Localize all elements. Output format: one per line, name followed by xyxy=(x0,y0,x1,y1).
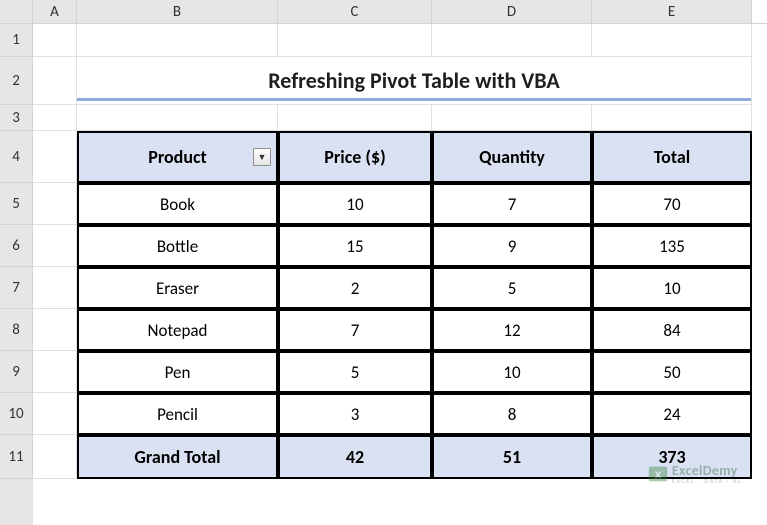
cell-a2[interactable] xyxy=(33,57,77,105)
cell-a6[interactable] xyxy=(33,225,77,267)
cells-area: Refreshing Pivot Table with VBA Product … xyxy=(33,24,767,525)
pivot-header-product[interactable]: Product ▼ xyxy=(77,131,278,183)
cell-c3[interactable] xyxy=(278,105,432,131)
grand-total-total[interactable]: 373 xyxy=(592,435,752,479)
row-headers: 1 2 3 4 5 6 7 8 9 10 11 xyxy=(0,24,33,525)
table-row[interactable]: Pencil xyxy=(77,393,278,435)
grand-total-label[interactable]: Grand Total xyxy=(77,435,278,479)
cell-e3[interactable] xyxy=(592,105,752,131)
row-header-1[interactable]: 1 xyxy=(0,24,33,57)
cell-a1[interactable] xyxy=(33,24,77,57)
cell-c1[interactable] xyxy=(278,24,432,57)
page-title[interactable]: Refreshing Pivot Table with VBA xyxy=(77,57,752,105)
cell-a4[interactable] xyxy=(33,131,77,183)
cell-a9[interactable] xyxy=(33,351,77,393)
row-header-4[interactable]: 4 xyxy=(0,131,33,183)
table-row[interactable]: 7 xyxy=(432,183,592,225)
col-header-b[interactable]: B xyxy=(77,0,278,23)
table-row[interactable]: Book xyxy=(77,183,278,225)
row-header-7[interactable]: 7 xyxy=(0,267,33,309)
cell-e1[interactable] xyxy=(592,24,752,57)
col-header-d[interactable]: D xyxy=(432,0,592,23)
table-row[interactable]: 10 xyxy=(278,183,432,225)
table-row[interactable]: 3 xyxy=(278,393,432,435)
table-row[interactable]: 12 xyxy=(432,309,592,351)
table-row[interactable]: 10 xyxy=(592,267,752,309)
column-headers: A B C D E xyxy=(0,0,767,24)
table-row[interactable]: 10 xyxy=(432,351,592,393)
cell-a8[interactable] xyxy=(33,309,77,351)
table-row[interactable]: 8 xyxy=(432,393,592,435)
cell-d3[interactable] xyxy=(432,105,592,131)
row-header-11[interactable]: 11 xyxy=(0,435,33,479)
header-product-label: Product xyxy=(148,146,207,168)
grand-total-price[interactable]: 42 xyxy=(278,435,432,479)
table-row[interactable]: 9 xyxy=(432,225,592,267)
cell-a11[interactable] xyxy=(33,435,77,479)
table-row[interactable]: Notepad xyxy=(77,309,278,351)
cell-a3[interactable] xyxy=(33,105,77,131)
row-header-9[interactable]: 9 xyxy=(0,351,33,393)
col-header-c[interactable]: C xyxy=(278,0,432,23)
pivot-header-price[interactable]: Price ($) xyxy=(278,131,432,183)
pivot-header-quantity[interactable]: Quantity xyxy=(432,131,592,183)
table-row[interactable]: 24 xyxy=(592,393,752,435)
table-row[interactable]: Pen xyxy=(77,351,278,393)
title-underline xyxy=(77,98,751,101)
cell-b3[interactable] xyxy=(77,105,278,131)
spreadsheet-grid: A B C D E 1 2 3 4 5 6 7 8 9 10 11 xyxy=(0,0,767,525)
row-header-6[interactable]: 6 xyxy=(0,225,33,267)
row-header-3[interactable]: 3 xyxy=(0,105,33,131)
select-all-corner[interactable] xyxy=(0,0,33,23)
cell-b1[interactable] xyxy=(77,24,278,57)
pivot-header-total[interactable]: Total xyxy=(592,131,752,183)
page-title-text: Refreshing Pivot Table with VBA xyxy=(268,67,560,94)
table-row[interactable]: Bottle xyxy=(77,225,278,267)
chevron-down-icon: ▼ xyxy=(258,152,267,163)
pivot-filter-dropdown[interactable]: ▼ xyxy=(253,148,271,166)
col-header-a[interactable]: A xyxy=(33,0,77,23)
row-header-10[interactable]: 10 xyxy=(0,393,33,435)
table-row[interactable]: 135 xyxy=(592,225,752,267)
table-row[interactable]: 15 xyxy=(278,225,432,267)
col-header-e[interactable]: E xyxy=(592,0,752,23)
table-row[interactable]: 50 xyxy=(592,351,752,393)
row-header-5[interactable]: 5 xyxy=(0,183,33,225)
table-row[interactable]: 7 xyxy=(278,309,432,351)
table-row[interactable]: 5 xyxy=(278,351,432,393)
cell-a10[interactable] xyxy=(33,393,77,435)
table-row[interactable]: 2 xyxy=(278,267,432,309)
table-row[interactable]: 84 xyxy=(592,309,752,351)
row-header-8[interactable]: 8 xyxy=(0,309,33,351)
table-row[interactable]: 70 xyxy=(592,183,752,225)
row-header-2[interactable]: 2 xyxy=(0,57,33,105)
table-row[interactable]: Eraser xyxy=(77,267,278,309)
cell-a5[interactable] xyxy=(33,183,77,225)
grand-total-quantity[interactable]: 51 xyxy=(432,435,592,479)
table-row[interactable]: 5 xyxy=(432,267,592,309)
cell-a7[interactable] xyxy=(33,267,77,309)
cell-d1[interactable] xyxy=(432,24,592,57)
